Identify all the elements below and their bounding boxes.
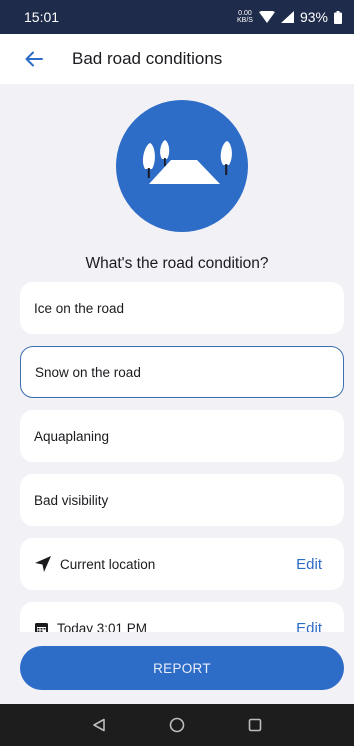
location-row: Current location Edit [20,538,344,590]
back-triangle-icon [93,718,105,732]
road-illustration [116,100,248,232]
network-speed-value: 0.00 [238,10,252,17]
nav-recents-button[interactable] [242,712,268,738]
datetime-row: Today 3:01 PM Edit [20,602,344,632]
network-speed: 0.00 KB/S [237,10,253,24]
nav-home-button[interactable] [164,712,190,738]
option-bad-visibility[interactable]: Bad visibility [20,474,344,526]
content-scroll-area[interactable]: What's the road condition? Ice on the ro… [0,84,354,632]
status-bar: 15:01 0.00 KB/S 93% [0,0,354,34]
wifi-icon [258,11,275,23]
datetime-label: Today 3:01 PM [57,620,148,633]
network-speed-unit: KB/S [237,17,253,24]
edit-datetime-link[interactable]: Edit [296,620,322,633]
nav-back-button[interactable] [86,712,112,738]
back-button[interactable] [20,45,48,73]
recents-square-icon [248,718,262,732]
option-ice-on-road[interactable]: Ice on the road [20,282,344,334]
option-label: Aquaplaning [34,428,110,444]
snowy-road-icon [142,140,232,184]
option-label: Bad visibility [34,492,109,508]
report-button-label: REPORT [153,660,211,676]
navigation-arrow-icon [35,556,51,572]
location-label: Current location [60,556,156,572]
battery-icon [334,10,342,24]
status-time: 15:01 [24,9,60,25]
option-label: Ice on the road [34,300,125,316]
question-heading: What's the road condition? [85,255,269,272]
home-circle-icon [169,717,185,733]
option-aquaplaning[interactable]: Aquaplaning [20,410,344,462]
app-bar: Bad road conditions [0,34,354,84]
option-label: Snow on the road [35,364,141,380]
status-icons: 0.00 KB/S 93% [237,9,342,25]
arrow-left-icon [25,51,43,67]
page-title: Bad road conditions [72,49,223,68]
edit-location-link[interactable]: Edit [296,556,322,573]
battery-percentage: 93% [299,9,328,25]
signal-icon [280,11,294,23]
system-nav-bar [0,704,354,746]
calendar-icon [35,622,48,632]
option-snow-on-road[interactable]: Snow on the road [20,346,344,398]
report-button[interactable]: REPORT [20,646,344,690]
